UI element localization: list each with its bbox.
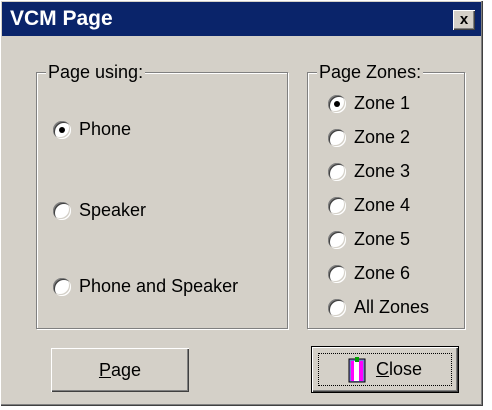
radio-phone-label: Phone [79, 119, 132, 139]
radio-all-zones-label: All Zones [354, 297, 430, 317]
page-button-mnemonic: P [98, 359, 111, 380]
page-button[interactable]: Page [51, 348, 189, 392]
radio-speaker[interactable]: Speaker [53, 200, 146, 221]
window-title: VCM Page [10, 7, 113, 30]
radio-phone[interactable]: Phone [53, 119, 131, 140]
radio-zone-3[interactable]: Zone 3 [328, 161, 410, 182]
radio-all-zones[interactable]: All Zones [328, 297, 429, 318]
radio-circle [328, 94, 346, 113]
radio-circle [328, 128, 346, 147]
close-window-button[interactable]: x [453, 10, 475, 30]
radio-zone-1[interactable]: Zone 1 [328, 93, 410, 114]
radio-phone-and-speaker-label: Phone and Speaker [79, 276, 239, 296]
radio-phone-and-speaker[interactable]: Phone and Speaker [53, 276, 238, 297]
page-button-label-rest: age [110, 359, 142, 380]
radio-speaker-label: Speaker [79, 200, 147, 220]
page-using-group: Page using: Phone Speaker Phone and Spea… [36, 62, 288, 329]
radio-circle [328, 162, 346, 181]
page-zones-label: Page Zones: [317, 62, 424, 82]
radio-zone-3-label: Zone 3 [354, 161, 411, 181]
radio-circle [53, 201, 71, 220]
page-zones-group: Page Zones: Zone 1 Zone 2 Zone 3 Zone 4 … [307, 62, 465, 329]
radio-zone-6-label: Zone 6 [354, 263, 411, 283]
radio-zone-4[interactable]: Zone 4 [328, 195, 410, 216]
page-using-label: Page using: [46, 62, 146, 82]
radio-zone-2[interactable]: Zone 2 [328, 127, 410, 148]
door-icon [348, 356, 368, 383]
title-bar: VCM Page x [2, 2, 481, 36]
radio-zone-5-label: Zone 5 [354, 229, 411, 249]
radio-zone-4-label: Zone 4 [354, 195, 411, 215]
radio-circle [328, 230, 346, 249]
close-icon: x [459, 11, 469, 28]
radio-zone-6[interactable]: Zone 6 [328, 263, 410, 284]
close-button[interactable]: Close [311, 346, 459, 393]
radio-circle [328, 196, 346, 215]
vcm-page-window: VCM Page x Page using: Phone Speaker Pho… [0, 0, 483, 406]
radio-selected-dot [334, 100, 340, 107]
radio-circle [53, 120, 71, 139]
radio-circle [53, 277, 71, 296]
radio-circle [328, 264, 346, 283]
radio-selected-dot [59, 126, 65, 133]
page-button-label: Page [99, 360, 141, 381]
focus-rectangle [318, 353, 452, 386]
radio-zone-2-label: Zone 2 [354, 127, 411, 147]
radio-zone-5[interactable]: Zone 5 [328, 229, 410, 250]
radio-circle [328, 298, 346, 317]
radio-zone-1-label: Zone 1 [354, 93, 411, 113]
